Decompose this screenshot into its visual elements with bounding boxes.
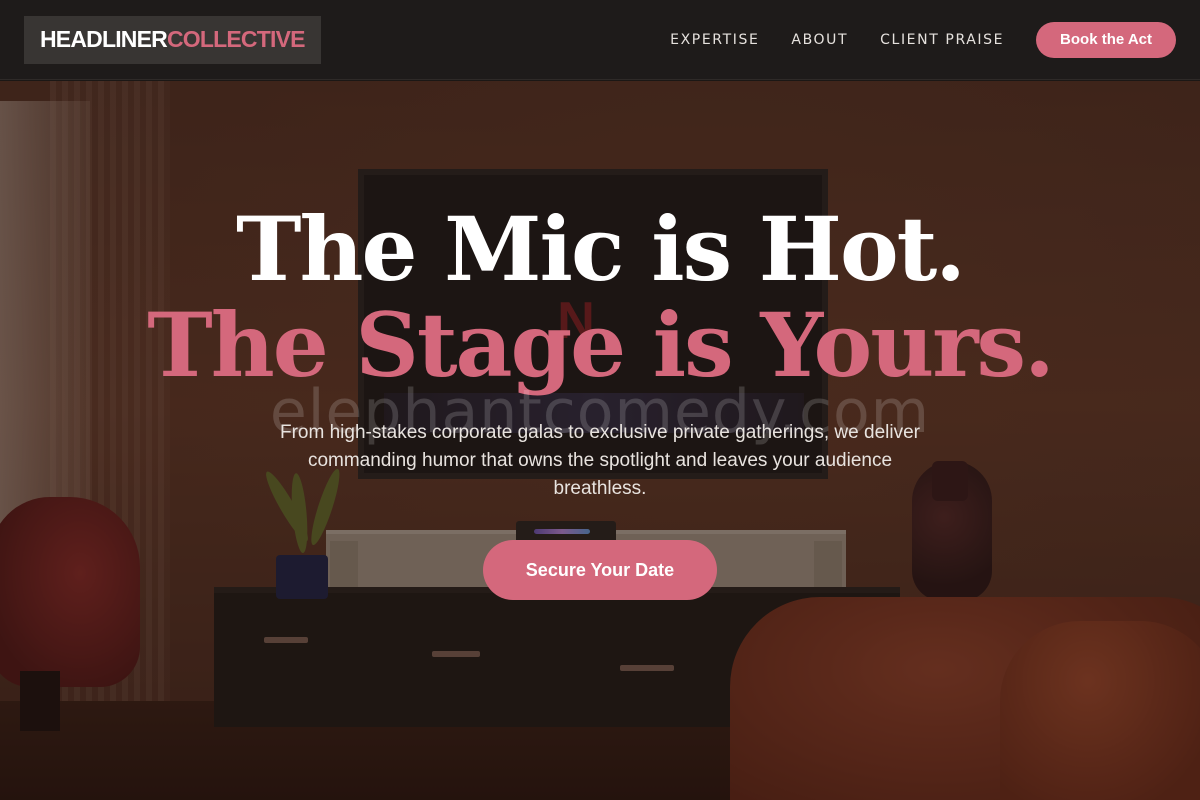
main-nav: EXPERTISE ABOUT CLIENT PRAISE Book the A…: [670, 21, 1176, 58]
hero-headline-line1: The Mic is Hot.: [236, 197, 966, 301]
logo-part-collective: COLLECTIVE: [166, 26, 305, 52]
nav-link-expertise[interactable]: EXPERTISE: [670, 32, 759, 48]
site-header: HEADLINER COLLECTIVE EXPERTISE ABOUT CLIE…: [0, 0, 1200, 80]
book-the-act-button[interactable]: Book the Act: [1036, 21, 1176, 58]
hero-content: The Mic is Hot. The Stage is Yours. elep…: [0, 81, 1200, 800]
hero-section: N The Mic is Hot. The Stage is Yours. el…: [0, 81, 1200, 800]
nav-link-about[interactable]: ABOUT: [791, 32, 848, 48]
hero-subtitle: From high-stakes corporate galas to excl…: [280, 422, 920, 499]
logo-part-headliner: HEADLINER: [40, 26, 168, 52]
hero-headline-line2: The Stage is Yours.: [147, 293, 1054, 397]
brand-logo[interactable]: HEADLINER COLLECTIVE: [24, 15, 321, 64]
nav-link-client-praise[interactable]: CLIENT PRAISE: [880, 32, 1004, 48]
secure-your-date-button[interactable]: Secure Your Date: [483, 540, 717, 600]
